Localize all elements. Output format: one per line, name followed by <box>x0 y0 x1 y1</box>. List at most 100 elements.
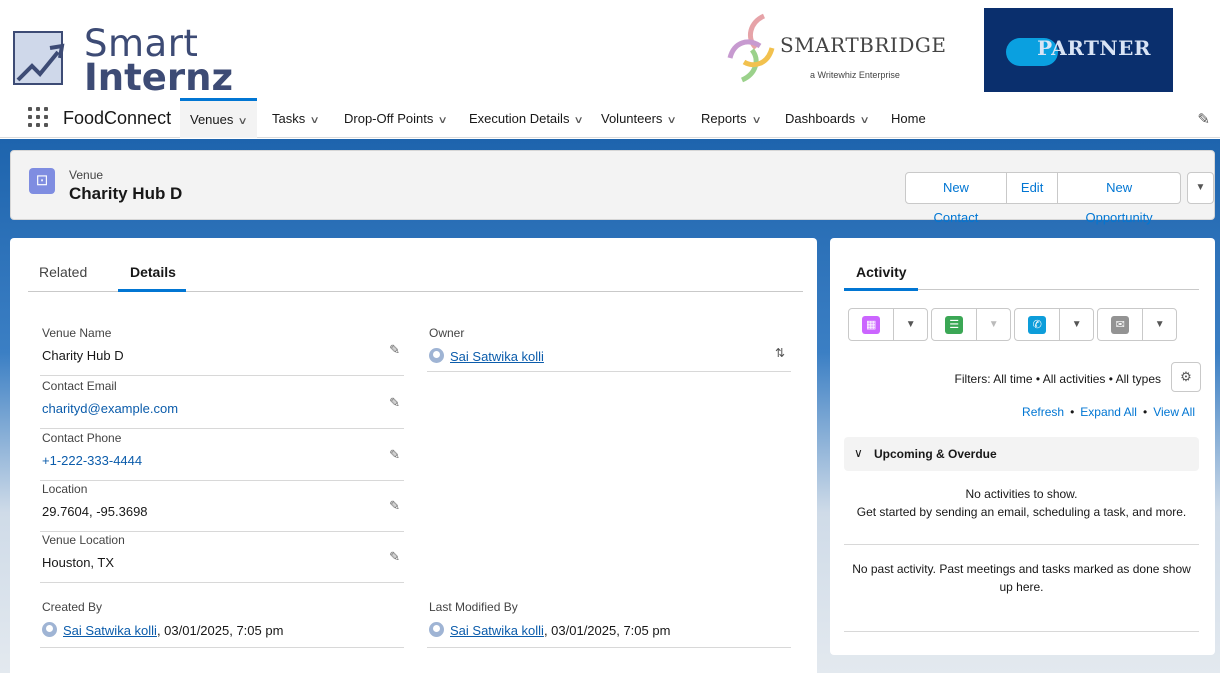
smartinternz-text-internz: Internz <box>84 56 234 99</box>
activity-title[interactable]: Activity <box>856 264 907 280</box>
field-value: Houston, TX <box>42 555 115 570</box>
field-value: Charity Hub D <box>42 348 124 363</box>
no-activities-line1: No activities to show. <box>965 487 1078 501</box>
edit-pencil-icon[interactable]: ✎ <box>389 342 400 358</box>
caret-down-icon: ▼ <box>1071 319 1082 330</box>
field-label: Last Modified By <box>429 600 518 614</box>
app-nav-bar: FoodConnect Venues ∨ Tasks ∨ Drop-Off Poin… <box>0 98 1220 138</box>
chevron-down-icon[interactable]: ∨ <box>860 100 870 142</box>
smartbridge-logo: SMARTBRIDGE a Writewhiz Enterprise <box>720 8 950 94</box>
nav-tab-label: Drop-Off Points <box>344 111 434 126</box>
tab-details[interactable]: Details <box>130 264 176 280</box>
nav-tab-tasks[interactable]: Tasks ∨ <box>272 98 320 138</box>
no-activities-line2: Get started by sending an email, schedul… <box>856 505 1187 519</box>
smartinternz-mark-icon <box>13 31 65 85</box>
nav-tab-volunteers[interactable]: Volunteers ∨ <box>601 98 677 138</box>
activity-filters-text: Filters: All time • All activities • All… <box>954 372 1161 386</box>
new-event-button-group: ▦ ▼ <box>848 308 928 341</box>
chevron-down-icon[interactable]: ∨ <box>310 100 320 142</box>
user-avatar-icon <box>429 348 444 363</box>
edit-pencil-icon[interactable]: ✎ <box>389 395 400 411</box>
chevron-down-icon[interactable]: ∨ <box>667 100 677 142</box>
activity-links: Refresh • Expand All • View All <box>1022 405 1195 419</box>
app-launcher-icon[interactable] <box>28 107 48 127</box>
chevron-down-icon[interactable]: ∨ <box>238 103 248 141</box>
record-header: ⊡ Venue Charity Hub D New Contact Edit N… <box>10 150 1215 225</box>
smartbridge-swirl-icon <box>727 13 775 83</box>
edit-button[interactable]: Edit <box>1006 172 1059 204</box>
nav-tab-label: Venues <box>190 112 234 127</box>
nav-tab-reports[interactable]: Reports ∨ <box>701 98 761 138</box>
change-owner-icon[interactable]: ⇅ <box>775 346 785 360</box>
edit-pencil-icon[interactable]: ✎ <box>389 447 400 463</box>
field-venue-name: Venue Name Charity Hub D ✎ <box>40 326 404 376</box>
field-created-by: Created By Sai Satwika kolli, 03/01/2025… <box>40 600 404 648</box>
view-all-link[interactable]: View All <box>1153 405 1195 419</box>
no-activities-message: No activities to show. Get started by se… <box>844 485 1199 521</box>
caret-down-icon: ▼ <box>988 319 999 330</box>
venue-object-icon: ⊡ <box>29 168 55 194</box>
field-label: Contact Phone <box>42 431 122 445</box>
email-dropdown[interactable]: ▼ <box>1143 309 1176 340</box>
field-last-modified-by: Last Modified By Sai Satwika kolli, 03/0… <box>427 600 791 648</box>
new-event-button[interactable]: ▦ <box>849 309 895 340</box>
partner-text: PARTNER <box>1037 36 1151 60</box>
smartbridge-tagline: a Writewhiz Enterprise <box>810 70 900 80</box>
new-task-button-group: ☰ ▼ <box>931 308 1011 341</box>
field-contact-phone: Contact Phone +1-222-333-4444 ✎ <box>40 431 404 481</box>
log-call-button[interactable]: ✆ <box>1015 309 1061 340</box>
caret-down-icon: ▼ <box>1195 182 1206 193</box>
nav-tab-home[interactable]: Home <box>891 98 926 138</box>
chevron-down-icon[interactable]: ∨ <box>574 100 584 142</box>
divider <box>844 631 1199 632</box>
log-call-button-group: ✆ ▼ <box>1014 308 1094 341</box>
new-opportunity-button[interactable]: New Opportunity <box>1058 172 1181 225</box>
field-label: Contact Email <box>42 379 117 393</box>
field-venue-location: Venue Location Houston, TX ✎ <box>40 533 404 583</box>
active-tab-indicator <box>118 289 186 292</box>
record-tabs: Related Details <box>28 254 803 292</box>
upcoming-overdue-section-header[interactable]: ∨ Upcoming & Overdue <box>844 437 1199 471</box>
chevron-down-icon[interactable]: ∨ <box>751 100 761 142</box>
field-label: Owner <box>429 326 465 340</box>
field-label: Created By <box>42 600 103 614</box>
created-by-user-link[interactable]: Sai Satwika kolli <box>63 623 157 638</box>
nav-tab-dashboards[interactable]: Dashboards ∨ <box>785 98 870 138</box>
logo-band: Smart Internz SMARTBRIDGE a Writewhiz En… <box>0 0 1220 99</box>
nav-tab-execution-details[interactable]: Execution Details ∨ <box>469 98 584 138</box>
owner-user-link[interactable]: Sai Satwika kolli <box>450 349 544 364</box>
new-task-button[interactable]: ☰ <box>932 309 978 340</box>
nav-tab-drop-off-points[interactable]: Drop-Off Points ∨ <box>344 98 448 138</box>
contact-phone-link[interactable]: +1-222-333-4444 <box>42 453 142 468</box>
nav-tab-venues[interactable]: Venues ∨ <box>180 98 257 138</box>
record-type-label: Venue <box>69 168 104 182</box>
field-location: Location 29.7604, -95.3698 ✎ <box>40 482 404 532</box>
edit-pencil-icon[interactable]: ✎ <box>389 498 400 514</box>
expand-all-link[interactable]: Expand All <box>1080 405 1137 419</box>
calendar-icon: ▦ <box>862 315 881 334</box>
filter-settings-gear-icon[interactable]: ⚙ <box>1171 362 1201 392</box>
more-actions-dropdown[interactable]: ▼ <box>1186 172 1214 204</box>
details-panel: Related Details Venue Name Charity Hub D… <box>10 238 817 673</box>
contact-email-link[interactable]: charityd@example.com <box>42 401 178 416</box>
edit-pencil-icon[interactable]: ✎ <box>389 549 400 565</box>
field-label: Venue Location <box>42 533 125 547</box>
field-label: Venue Name <box>42 326 112 340</box>
new-event-dropdown[interactable]: ▼ <box>894 309 927 340</box>
modified-by-user-link[interactable]: Sai Satwika kolli <box>450 623 544 638</box>
bullet-separator: • <box>1142 405 1148 419</box>
chevron-down-icon[interactable]: ∨ <box>854 446 863 460</box>
chevron-down-icon[interactable]: ∨ <box>438 100 448 142</box>
email-icon: ✉ <box>1111 315 1130 334</box>
new-contact-button[interactable]: New Contact <box>905 172 1007 225</box>
field-contact-email: Contact Email charityd@example.com ✎ <box>40 379 404 429</box>
edit-nav-pencil-icon[interactable]: ✎ <box>1197 110 1210 128</box>
smartinternz-logo: Smart Internz <box>10 22 250 99</box>
email-button[interactable]: ✉ <box>1098 309 1144 340</box>
app-name: FoodConnect <box>63 108 172 128</box>
field-owner: Owner Sai Satwika kolli ⇅ <box>427 326 791 372</box>
tab-related[interactable]: Related <box>39 264 87 280</box>
refresh-link[interactable]: Refresh <box>1022 405 1064 419</box>
field-value: Sai Satwika kolli, 03/01/2025, 7:05 pm <box>429 622 670 638</box>
log-call-dropdown[interactable]: ▼ <box>1060 309 1093 340</box>
